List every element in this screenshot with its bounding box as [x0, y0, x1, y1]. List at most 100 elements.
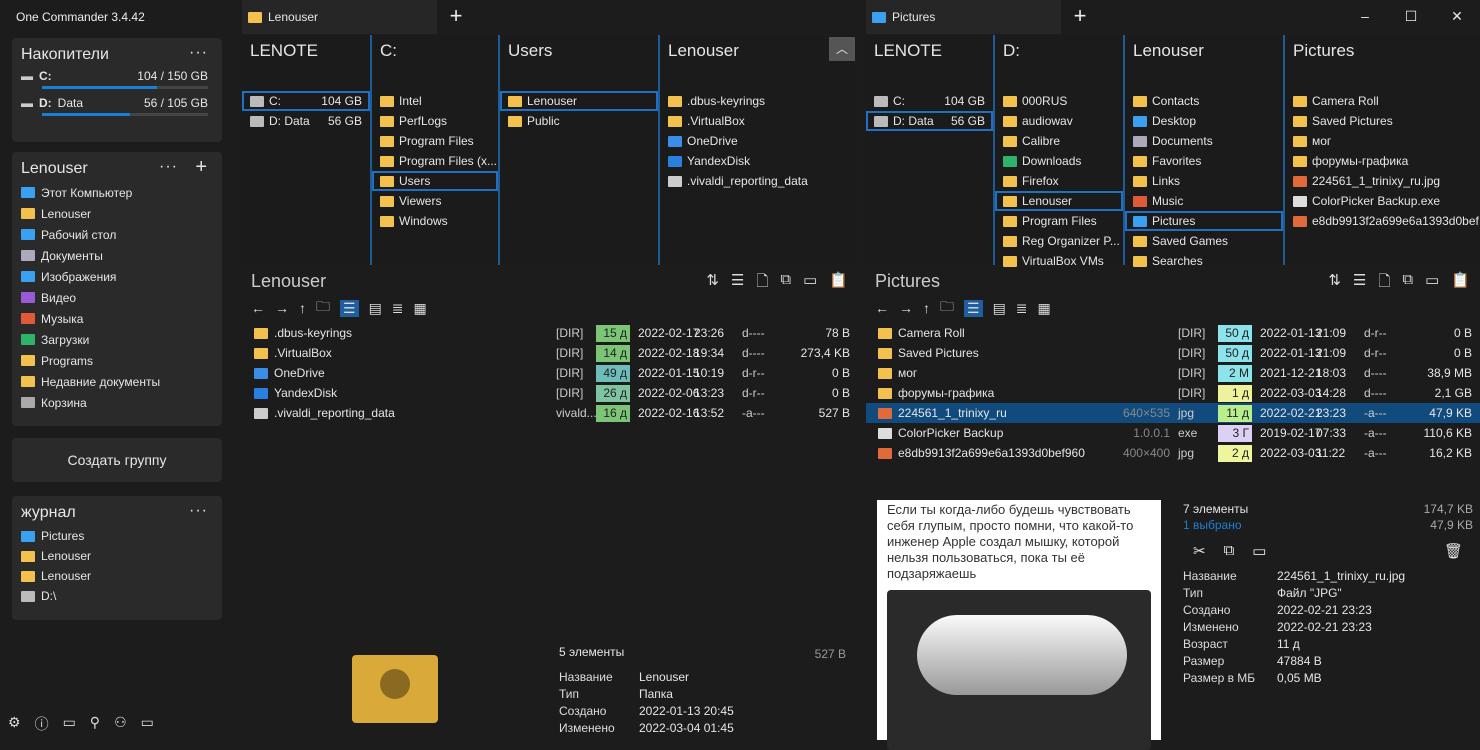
column-item[interactable]: .dbus-keyrings — [660, 91, 858, 111]
drive-item[interactable]: ▬ C: 104 / 150 GB — [12, 68, 222, 89]
view-grid-icon[interactable]: ▦ — [414, 300, 427, 317]
sidebar-item[interactable]: Недавние документы — [12, 371, 222, 392]
sidebar-item[interactable]: Загрузки — [12, 329, 222, 350]
new-tab-button[interactable]: + — [1065, 2, 1095, 32]
journal-item[interactable]: D:\ — [12, 586, 222, 606]
file-row[interactable]: Saved Pictures [DIR] 50 д 2022-01-13 21:09 d-… — [866, 343, 1480, 363]
column-item[interactable]: YandexDisk — [660, 151, 858, 171]
file-row[interactable]: Camera Roll [DIR] 50 д 2022-01-13 21:09 d-r--… — [866, 323, 1480, 343]
chat-icon[interactable]: ▭ — [1425, 271, 1439, 296]
column-item[interactable]: C: 104 GB — [242, 91, 370, 111]
back-icon[interactable]: ← — [251, 300, 265, 316]
more-icon[interactable]: ··· — [189, 44, 208, 62]
column-item[interactable]: Program Files — [995, 211, 1123, 231]
clipboard-icon[interactable]: 📋 — [829, 271, 848, 296]
column-item[interactable]: ColorPicker Backup.exe — [1285, 191, 1480, 211]
column-item[interactable]: мог — [1285, 131, 1480, 151]
cut-icon[interactable]: ✂ — [1193, 542, 1206, 560]
journal-item[interactable]: Pictures — [12, 526, 222, 546]
column-item[interactable]: Viewers — [372, 191, 498, 211]
new-file-icon[interactable]: 🗋 — [756, 271, 768, 296]
sidebar-item[interactable]: Lenouser — [12, 203, 222, 224]
file-row[interactable]: YandexDisk [DIR] 26 д 2022-02-06 13:23 d-r-- 0… — [242, 383, 858, 403]
view-compact-icon[interactable]: ≣ — [392, 300, 404, 317]
sidebar-item[interactable]: Видео — [12, 287, 222, 308]
column-item[interactable]: Windows — [372, 211, 498, 231]
column-item[interactable]: Desktop — [1125, 111, 1283, 131]
column-item[interactable]: .VirtualBox — [660, 111, 858, 131]
selected-count[interactable]: 1 выбрано — [1183, 518, 1242, 532]
more-icon[interactable]: ··· — [159, 158, 178, 176]
network-icon[interactable]: ⚇ — [114, 714, 127, 734]
column-item[interactable]: Public — [500, 111, 658, 131]
column-item[interactable]: форумы-графика — [1285, 151, 1480, 171]
file-row[interactable]: форумы-графика [DIR] 1 д 2022-03-03 14:28 d--… — [866, 383, 1480, 403]
column-item[interactable]: 000RUS — [995, 91, 1123, 111]
list-icon[interactable]: ☰ — [731, 271, 744, 296]
list-icon[interactable]: ☰ — [1353, 271, 1366, 296]
file-row[interactable]: .vivaldi_reporting_data vivald... 16 д 2022… — [242, 403, 858, 423]
rename-icon[interactable]: ▭ — [1252, 542, 1266, 560]
column-item[interactable]: Reg Organizer P... — [995, 231, 1123, 251]
view-compact-icon[interactable]: ≣ — [1016, 300, 1028, 317]
column-item[interactable]: OneDrive — [660, 131, 858, 151]
journal-item[interactable]: Lenouser — [12, 566, 222, 586]
column-item[interactable]: PerfLogs — [372, 111, 498, 131]
journal-item[interactable]: Lenouser — [12, 546, 222, 566]
column-item[interactable]: Saved Games — [1125, 231, 1283, 251]
column-item[interactable]: Contacts — [1125, 91, 1283, 111]
column-item[interactable]: C: 104 GB — [866, 91, 993, 111]
sidebar-item[interactable]: Рабочий стол — [12, 224, 222, 245]
file-row[interactable]: 224561_1_trinixy_ru 640×535 jpg 11 д 2022-02… — [866, 403, 1480, 423]
column-item[interactable]: .vivaldi_reporting_data — [660, 171, 858, 191]
column-item[interactable]: Downloads — [995, 151, 1123, 171]
new-window-icon[interactable]: ⧉ — [780, 271, 791, 296]
sort-icon[interactable]: ⇅ — [706, 271, 719, 296]
add-icon[interactable]: + — [195, 156, 208, 179]
file-row[interactable]: e8db9913f2a699e6a1393d0bef960 400×400 jpg 2… — [866, 443, 1480, 463]
copy-icon[interactable]: ⧉ — [1224, 542, 1235, 560]
new-window-icon[interactable]: ⧉ — [1402, 271, 1413, 296]
column-item[interactable]: Documents — [1125, 131, 1283, 151]
column-item[interactable]: audiowav — [995, 111, 1123, 131]
file-row[interactable]: .VirtualBox [DIR] 14 д 2022-02-18 19:34 d----… — [242, 343, 858, 363]
tab-lenouser[interactable]: Lenouser — [242, 0, 437, 34]
window-icon[interactable]: ▭ — [141, 714, 154, 734]
sidebar-item[interactable]: Изображения — [12, 266, 222, 287]
sidebar-item[interactable]: Корзина — [12, 392, 222, 413]
column-item[interactable]: e8db9913f2a699e6a1393d0bef... — [1285, 211, 1480, 231]
tab-pictures[interactable]: Pictures — [866, 0, 1061, 34]
up-icon[interactable]: ↑ — [299, 300, 306, 316]
sidebar-item[interactable]: Этот Компьютер — [12, 182, 222, 203]
more-icon[interactable]: ··· — [189, 502, 208, 520]
panel-icon[interactable]: ▭ — [63, 714, 76, 734]
file-row[interactable]: OneDrive [DIR] 49 д 2022-01-15 10:19 d-r-- 0 B — [242, 363, 858, 383]
view-tiles-icon[interactable]: ▤ — [369, 300, 382, 317]
column-item[interactable]: Intel — [372, 91, 498, 111]
search-icon[interactable]: ⚲ — [90, 714, 100, 734]
settings-icon[interactable]: ⚙ — [8, 714, 21, 734]
new-file-icon[interactable]: 🗋 — [1378, 271, 1390, 296]
column-item[interactable]: Users — [372, 171, 498, 191]
folder-icon[interactable]: 🗀 — [316, 296, 330, 320]
column-item[interactable]: D: Data 56 GB — [866, 111, 993, 131]
column-item[interactable]: Calibre — [995, 131, 1123, 151]
column-item[interactable]: Firefox — [995, 171, 1123, 191]
column-item[interactable]: Saved Pictures — [1285, 111, 1480, 131]
file-row[interactable]: ColorPicker Backup 1.0.0.1 exe 3 Г 2019-02-1… — [866, 423, 1480, 443]
column-item[interactable]: Program Files (x... — [372, 151, 498, 171]
column-item[interactable]: Lenouser — [995, 191, 1123, 211]
maximize-button[interactable]: ☐ — [1388, 0, 1434, 32]
new-tab-button[interactable]: + — [441, 2, 471, 32]
file-row[interactable]: .dbus-keyrings [DIR] 15 д 2022-02-17 23:26 d-… — [242, 323, 858, 343]
chat-icon[interactable]: ▭ — [803, 271, 817, 296]
clipboard-icon[interactable]: 📋 — [1451, 271, 1470, 296]
file-row[interactable]: мог [DIR] 2 М 2021-12-21 18:03 d---- 38,9 MB — [866, 363, 1480, 383]
folder-icon[interactable]: 🗀 — [940, 296, 954, 320]
column-item[interactable]: Lenouser — [500, 91, 658, 111]
view-tiles-icon[interactable]: ▤ — [993, 300, 1006, 317]
up-icon[interactable]: ↑ — [923, 300, 930, 316]
column-item[interactable]: D: Data 56 GB — [242, 111, 370, 131]
view-details-icon[interactable]: ☰ — [964, 299, 983, 317]
back-icon[interactable]: ← — [875, 300, 889, 316]
